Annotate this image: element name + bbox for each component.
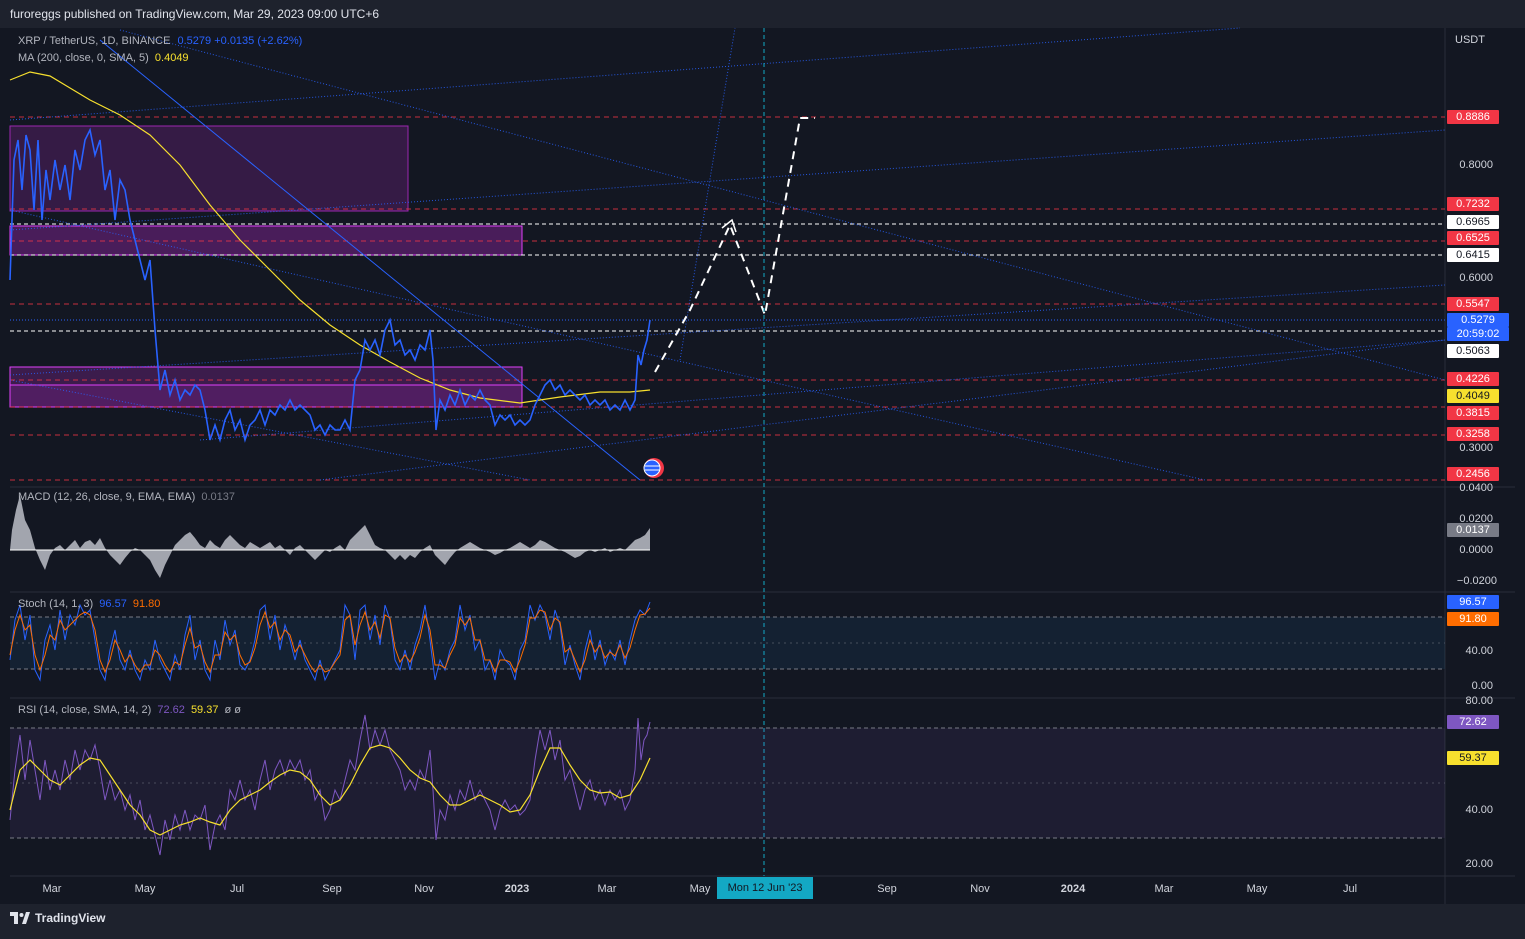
arrow-head-1 — [721, 218, 737, 233]
time-label-2: Jul — [229, 883, 245, 895]
rsi-value: 72.62 — [157, 704, 185, 716]
time-label-0: Mar — [42, 883, 62, 895]
brand-text: TradingView — [35, 911, 106, 925]
rsi-tag: 72.62 — [1447, 715, 1499, 729]
rsi-tick-0: 80.00 — [1465, 695, 1493, 707]
price-tag-12: 0.3258 — [1447, 427, 1499, 441]
price-tag-11: 0.3815 — [1447, 406, 1499, 420]
stoch-label[interactable]: Stoch (14, 1, 3) — [18, 598, 93, 610]
time-label-9: Nov — [970, 883, 990, 895]
ma-legend: MA (200, close, 0, SMA, 5) 0.4049 — [18, 52, 189, 64]
time-label-4: Nov — [414, 883, 434, 895]
main-legend: XRP / TetherUS, 1D, BINANCE 0.5279 +0.01… — [18, 35, 302, 47]
price-tag-9: 0.4226 — [1447, 372, 1499, 386]
time-label-8: Sep — [877, 883, 897, 895]
ma-tag: 0.4049 — [1447, 389, 1499, 403]
price-tag-5: 0.5547 — [1447, 297, 1499, 311]
price-change: +0.0135 (+2.62%) — [214, 35, 303, 47]
ma-label[interactable]: MA (200, close, 0, SMA, 5) — [18, 52, 149, 64]
ma-value: 0.4049 — [154, 52, 189, 64]
macd-tag: 0.0137 — [1447, 523, 1499, 537]
rsi-tick-2: 20.00 — [1465, 858, 1493, 870]
bottom-bar — [0, 904, 1525, 939]
rsi-tick-1: 40.00 — [1465, 804, 1493, 816]
time-label-12: May — [1246, 883, 1268, 895]
stoch-tick-1: 0.00 — [1471, 680, 1493, 692]
demand-zone-upper — [9, 366, 523, 386]
price-tag-0: 0.8886 — [1447, 110, 1499, 124]
price-tag-1: 0.7232 — [1447, 197, 1499, 211]
price-tick-1: 0.6000 — [1459, 272, 1493, 284]
rsi-extra: ø ø — [224, 704, 242, 716]
stoch-tick-0: 40.00 — [1465, 645, 1493, 657]
stoch-d-value: 91.80 — [132, 598, 161, 610]
stoch-k-tag: 96.57 — [1447, 595, 1499, 609]
price-value: 0.5279 — [177, 35, 212, 47]
price-tag-4: 0.6415 — [1447, 248, 1499, 262]
price-tag-13: 0.2456 — [1447, 467, 1499, 481]
time-label-3: Sep — [322, 883, 342, 895]
time-label-1: May — [134, 883, 156, 895]
macd-value: 0.0137 — [201, 491, 235, 503]
time-label-5: 2023 — [504, 883, 530, 895]
rsi-ma-value: 59.37 — [190, 704, 219, 716]
price-tag-2: 0.6965 — [1447, 215, 1499, 229]
time-label-13: Jul — [1342, 883, 1358, 895]
currency-label[interactable]: USDT — [1445, 34, 1495, 46]
time-label-10: 2024 — [1060, 883, 1086, 895]
macd-tick-1: 0.0000 — [1459, 544, 1493, 556]
time-label-6: Mar — [597, 883, 617, 895]
countdown-tag: 20:59:02 — [1447, 327, 1509, 341]
time-label-11: Mar — [1154, 883, 1174, 895]
chart-canvas[interactable] — [0, 0, 1525, 939]
downtrend-line — [99, 39, 641, 481]
macd-tick-2: −0.0200 — [1456, 575, 1497, 587]
stoch-k-value: 96.57 — [99, 598, 127, 610]
price-tick-3: 0.0400 — [1459, 482, 1493, 494]
time-label-7: May — [689, 883, 711, 895]
crosshair-time-label: Mon 12 Jun '23 — [717, 877, 813, 899]
symbol-label[interactable]: XRP / TetherUS, 1D, BINANCE — [18, 35, 170, 47]
price-tag-8: 0.5063 — [1447, 344, 1499, 358]
price-tag-current: 0.5279 — [1447, 313, 1509, 327]
tradingview-logo-icon — [10, 912, 30, 924]
stoch-legend: Stoch (14, 1, 3) 96.57 91.80 — [18, 598, 160, 610]
price-tick-2: 0.3000 — [1459, 442, 1493, 454]
rsi-ma-tag: 59.37 — [1447, 751, 1499, 765]
stoch-d-tag: 91.80 — [1447, 612, 1499, 626]
rsi-legend: RSI (14, close, SMA, 14, 2) 72.62 59.37 … — [18, 704, 241, 716]
us-flag-icon[interactable] — [643, 458, 664, 478]
price-tag-3: 0.6525 — [1447, 231, 1499, 245]
rsi-label[interactable]: RSI (14, close, SMA, 14, 2) — [18, 704, 151, 716]
macd-legend: MACD (12, 26, close, 9, EMA, EMA) 0.0137 — [18, 491, 235, 503]
macd-label[interactable]: MACD (12, 26, close, 9, EMA, EMA) — [18, 491, 195, 503]
price-tick-0: 0.8000 — [1459, 159, 1493, 171]
tradingview-brand[interactable]: TradingView — [10, 911, 105, 925]
projection-path — [654, 117, 815, 373]
macd-histogram — [10, 495, 650, 578]
